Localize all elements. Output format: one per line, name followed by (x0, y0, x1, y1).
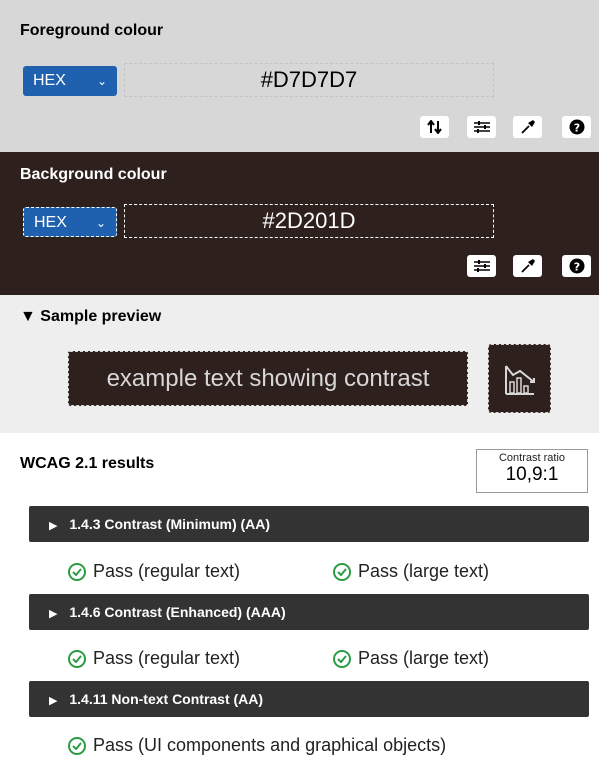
help-icon: ? (569, 258, 584, 274)
chevron-down-icon: ⌄ (96, 74, 107, 88)
result-text: Pass (large text) (358, 648, 490, 668)
help-icon: ? (569, 119, 584, 135)
chevron-down-icon: ⌄ (95, 216, 106, 230)
background-help-button[interactable]: ? (562, 255, 591, 277)
criterion-1-4-11-header[interactable]: ▶ 1.4.11 Non-text Contrast (AA) (29, 681, 589, 717)
check-circle-icon (333, 649, 351, 668)
criterion-1-4-3-header[interactable]: ▶ 1.4.3 Contrast (Minimum) (AA) (29, 506, 589, 542)
triangle-right-icon: ▶ (49, 520, 58, 532)
criterion-label: 1.4.3 Contrast (Minimum) (AA) (69, 516, 271, 532)
result-text: Pass (large text) (358, 561, 490, 581)
sliders-icon (473, 121, 490, 133)
result-text: Pass (regular text) (93, 561, 241, 581)
background-format-select[interactable]: HEX ⌄ (23, 207, 117, 237)
eyedropper-icon (520, 120, 535, 134)
sample-graphic (488, 344, 551, 413)
background-format-value: HEX (34, 214, 67, 231)
results-title: WCAG 2.1 results (20, 455, 155, 472)
check-circle-icon (68, 649, 86, 668)
foreground-hex-input[interactable]: #D7D7D7 (124, 63, 494, 97)
result-item: Pass (regular text) (68, 561, 240, 582)
contrast-ratio-box: Contrast ratio 10,9:1 (476, 449, 588, 493)
foreground-sliders-button[interactable] (467, 116, 496, 138)
result-text: Pass (UI components and graphical object… (93, 735, 447, 755)
result-item: Pass (large text) (333, 648, 489, 669)
foreground-eyedropper-button[interactable] (513, 116, 542, 138)
criterion-label: 1.4.11 Non-text Contrast (AA) (69, 691, 264, 707)
background-eyedropper-button[interactable] (513, 255, 542, 277)
result-item: Pass (large text) (333, 561, 489, 582)
chart-icon (504, 364, 535, 395)
background-sliders-button[interactable] (467, 255, 496, 277)
svg-text:?: ? (573, 121, 579, 134)
result-item: Pass (regular text) (68, 648, 240, 669)
swap-icon (426, 120, 442, 134)
sliders-icon (473, 260, 490, 272)
svg-text:?: ? (573, 260, 579, 273)
background-panel: Background colour HEX ⌄ #2D201D ? (0, 152, 599, 295)
sample-preview-title: Sample preview (40, 308, 162, 325)
foreground-title: Foreground colour (20, 22, 164, 39)
sample-text: example text showing contrast (68, 351, 468, 406)
result-item: Pass (UI components and graphical object… (68, 735, 446, 756)
triangle-down-icon: ▼ (20, 308, 36, 325)
foreground-format-value: HEX (33, 72, 66, 89)
background-title: Background colour (20, 166, 167, 183)
criterion-label: 1.4.6 Contrast (Enhanced) (AAA) (69, 604, 286, 620)
check-circle-icon (333, 562, 351, 581)
foreground-format-select[interactable]: HEX ⌄ (23, 66, 117, 96)
result-text: Pass (regular text) (93, 648, 241, 668)
check-circle-icon (68, 562, 86, 581)
contrast-ratio-value: 10,9:1 (505, 464, 559, 485)
triangle-right-icon: ▶ (49, 695, 58, 707)
background-hex-input[interactable]: #2D201D (124, 204, 494, 238)
foreground-help-button[interactable]: ? (562, 116, 591, 138)
check-circle-icon (68, 736, 86, 755)
contrast-ratio-label: Contrast ratio (498, 452, 566, 464)
eyedropper-icon (520, 259, 535, 273)
triangle-right-icon: ▶ (49, 608, 58, 620)
sample-preview-toggle[interactable]: ▼ Sample preview (20, 308, 161, 326)
criterion-1-4-6-header[interactable]: ▶ 1.4.6 Contrast (Enhanced) (AAA) (29, 594, 589, 630)
foreground-panel: Foreground colour HEX ⌄ #D7D7D7 ? (0, 0, 599, 152)
swap-colours-button[interactable] (420, 116, 449, 138)
